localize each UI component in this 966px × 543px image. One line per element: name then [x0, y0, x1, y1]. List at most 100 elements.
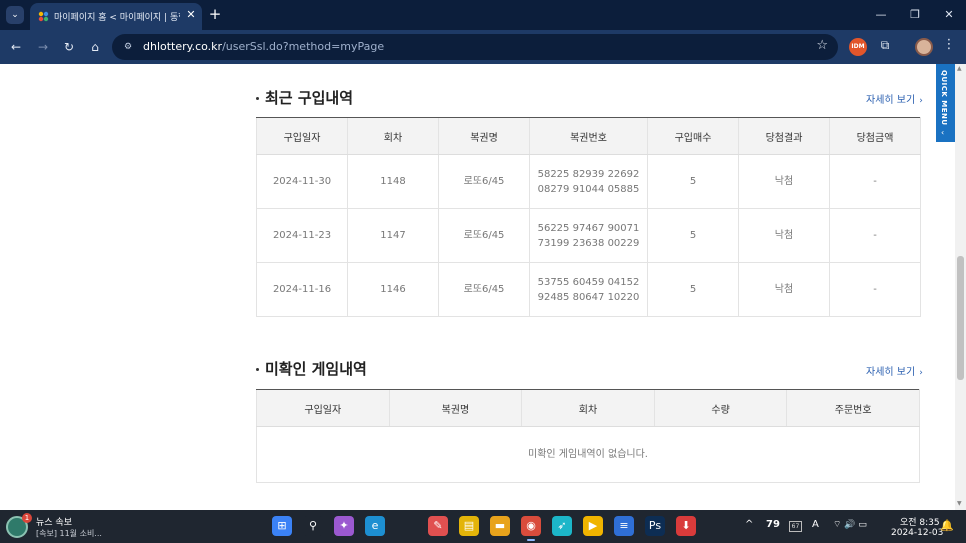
col-header-round: 회차: [521, 389, 655, 427]
numbers-line-1: 53755 60459 04152: [537, 276, 640, 288]
cell-date: 2024-11-16: [256, 262, 348, 317]
notepad-icon[interactable]: ≡: [614, 516, 634, 536]
col-header-lottery-name: 복권명: [438, 117, 530, 155]
cell-prize: -: [829, 208, 921, 263]
photoshop-icon[interactable]: Ps: [645, 516, 665, 536]
unconfirmed-more-link[interactable]: 자세히 보기 ›: [866, 363, 923, 378]
tray-counter[interactable]: 79: [766, 519, 780, 530]
col-header-order-number: 주문번호: [786, 389, 920, 427]
notification-bell-icon[interactable]: 🔔: [940, 519, 954, 532]
windows-taskbar: 1 뉴스 속보 [속보] 11월 소비... ⊞ ⚲ ✦ e ✎ ▤ ▬ ◉ ➶ ▶ ≡ Ps ⬇ ^ …: [0, 510, 966, 543]
sticky-notes-icon[interactable]: ▤: [459, 516, 479, 536]
col-header-lottery-name: 복권명: [388, 389, 522, 427]
tray-overflow-chevron-icon[interactable]: ^: [745, 519, 753, 530]
col-header-quantity: 수량: [653, 389, 787, 427]
unconfirmed-games-title: 미확인 게임내역: [256, 358, 367, 379]
bookmark-star-icon[interactable]: ☆: [816, 38, 828, 53]
browser-tab-strip: ⌄ 마이페이지 홈 < 마이페이지 | 동행 ✕ + — ❐ ✕: [0, 0, 966, 30]
quick-menu-label: QUICK MENU: [940, 70, 948, 126]
quick-menu-tab[interactable]: QUICK MENU ‹: [936, 64, 955, 142]
chrome-icon[interactable]: ◉: [521, 516, 541, 541]
cell-numbers[interactable]: 58225 82939 22692 08279 91044 05885: [529, 154, 648, 209]
page-scrollbar[interactable]: ▲ ▼: [955, 64, 966, 510]
file-explorer-icon[interactable]: ▬: [490, 516, 510, 536]
url-path: /userSsl.do?method=myPage: [222, 40, 385, 53]
profile-avatar[interactable]: [915, 38, 933, 56]
news-widget-headline[interactable]: [속보] 11월 소비...: [36, 528, 102, 539]
reload-icon[interactable]: ↻: [60, 38, 78, 56]
browser-menu-icon[interactable]: ⋮: [942, 37, 956, 55]
table-row: 2024-11-16 1146 로또6/45 53755 60459 04152…: [256, 262, 921, 317]
maximize-icon[interactable]: ❐: [903, 5, 927, 25]
minimize-icon[interactable]: —: [869, 5, 893, 25]
col-header-date: 구입일자: [256, 389, 390, 427]
wifi-volume-battery-icon[interactable]: ⌔ 🔊 ▭: [833, 519, 867, 530]
media-player-icon[interactable]: ▶: [583, 516, 603, 536]
browser-toolbar: ← → ↻ ⌂ ⚙ dhlottery.co.kr/userSsl.do?met…: [0, 30, 966, 64]
clock-time[interactable]: 오전 8:35: [900, 515, 940, 528]
empty-message: 미확인 게임내역이 없습니다.: [256, 426, 920, 483]
window-close-icon[interactable]: ✕: [937, 5, 961, 25]
cell-numbers[interactable]: 56225 97467 90071 73199 23638 00229: [529, 208, 648, 263]
url-text[interactable]: dhlottery.co.kr/userSsl.do?method=myPage: [143, 40, 384, 53]
extensions-puzzle-icon[interactable]: ⧉: [877, 38, 893, 54]
page-content: 최근 구입내역 자세히 보기 › 구입일자 회차 복권명 복권번호 구입매수 당첨…: [0, 64, 955, 510]
table-row: 2024-11-30 1148 로또6/45 58225 82939 22692…: [256, 154, 921, 209]
tab-close-icon[interactable]: ✕: [183, 7, 199, 23]
table-row: 2024-11-23 1147 로또6/45 56225 97467 90071…: [256, 208, 921, 263]
recent-purchases-table: 구입일자 회차 복권명 복권번호 구입매수 당첨결과 당첨금액 2024-11-…: [256, 117, 921, 317]
cell-result: 낙첨: [738, 262, 830, 317]
cell-numbers[interactable]: 53755 60459 04152 92485 80647 10220: [529, 262, 648, 317]
tab-title: 마이페이지 홈 < 마이페이지 | 동행: [54, 13, 180, 23]
copilot-icon[interactable]: ✦: [334, 516, 354, 536]
browser-tab[interactable]: 마이페이지 홈 < 마이페이지 | 동행 ✕: [30, 3, 202, 30]
cell-prize: -: [829, 262, 921, 317]
new-tab-plus-icon[interactable]: +: [206, 5, 224, 23]
numbers-line-2: 92485 80647 10220: [537, 291, 640, 303]
home-icon[interactable]: ⌂: [86, 38, 104, 56]
site-info-icon[interactable]: ⚙: [121, 40, 135, 54]
numbers-line-2: 73199 23638 00229: [537, 237, 640, 249]
ime-indicator[interactable]: A: [812, 519, 819, 530]
col-header-result: 당첨결과: [738, 117, 830, 155]
clock-date[interactable]: 2024-12-03: [891, 528, 943, 538]
recent-more-link[interactable]: 자세히 보기 ›: [866, 91, 923, 106]
bullet-icon: [256, 368, 259, 371]
edge-icon[interactable]: e: [365, 516, 385, 536]
table-row: 미확인 게임내역이 없습니다.: [256, 426, 920, 483]
forward-arrow-icon[interactable]: →: [34, 38, 52, 56]
tab-search-chevron-down-icon[interactable]: ⌄: [6, 6, 24, 24]
news-badge: 1: [22, 513, 32, 523]
unconfirmed-games-table: 구입일자 복권명 회차 수량 주문번호 미확인 게임내역이 없습니다.: [256, 389, 920, 483]
cell-lottery-name: 로또6/45: [438, 262, 530, 317]
bird-app-icon[interactable]: ➶: [552, 516, 572, 536]
cell-round: 1148: [347, 154, 439, 209]
back-arrow-icon[interactable]: ←: [7, 38, 25, 56]
numbers-line-1: 56225 97467 90071: [537, 222, 640, 234]
app-cursor-icon[interactable]: ✎: [428, 516, 448, 536]
chevron-right-icon: ›: [919, 368, 923, 378]
chevron-left-icon: ‹: [941, 128, 945, 137]
cell-quantity: 5: [647, 262, 739, 317]
cell-result: 낙첨: [738, 154, 830, 209]
news-widget-title[interactable]: 뉴스 속보: [36, 515, 72, 528]
dhlottery-favicon-icon: [38, 11, 49, 22]
windows-start-icon[interactable]: ⊞: [272, 516, 292, 536]
recent-purchases-title: 최근 구입내역: [256, 87, 353, 108]
download-extension-icon[interactable]: IDM: [849, 38, 867, 56]
numbers-line-2: 08279 91044 05885: [537, 183, 640, 195]
cell-result: 낙첨: [738, 208, 830, 263]
cell-round: 1146: [347, 262, 439, 317]
search-icon[interactable]: ⚲: [303, 516, 323, 536]
url-host: dhlottery.co.kr: [143, 40, 223, 53]
col-header-date: 구입일자: [256, 117, 348, 155]
col-header-quantity: 구입매수: [647, 117, 739, 155]
scroll-up-arrow-icon[interactable]: ▲: [957, 65, 962, 72]
scroll-thumb[interactable]: [957, 256, 964, 380]
address-bar[interactable]: ⚙ dhlottery.co.kr/userSsl.do?method=myPa…: [112, 34, 838, 60]
col-header-numbers: 복권번호: [529, 117, 648, 155]
mediaget-icon[interactable]: ⬇: [676, 516, 696, 536]
tray-small-badge[interactable]: 67: [789, 521, 802, 532]
chevron-right-icon: ›: [919, 96, 923, 106]
scroll-down-arrow-icon[interactable]: ▼: [957, 500, 962, 507]
